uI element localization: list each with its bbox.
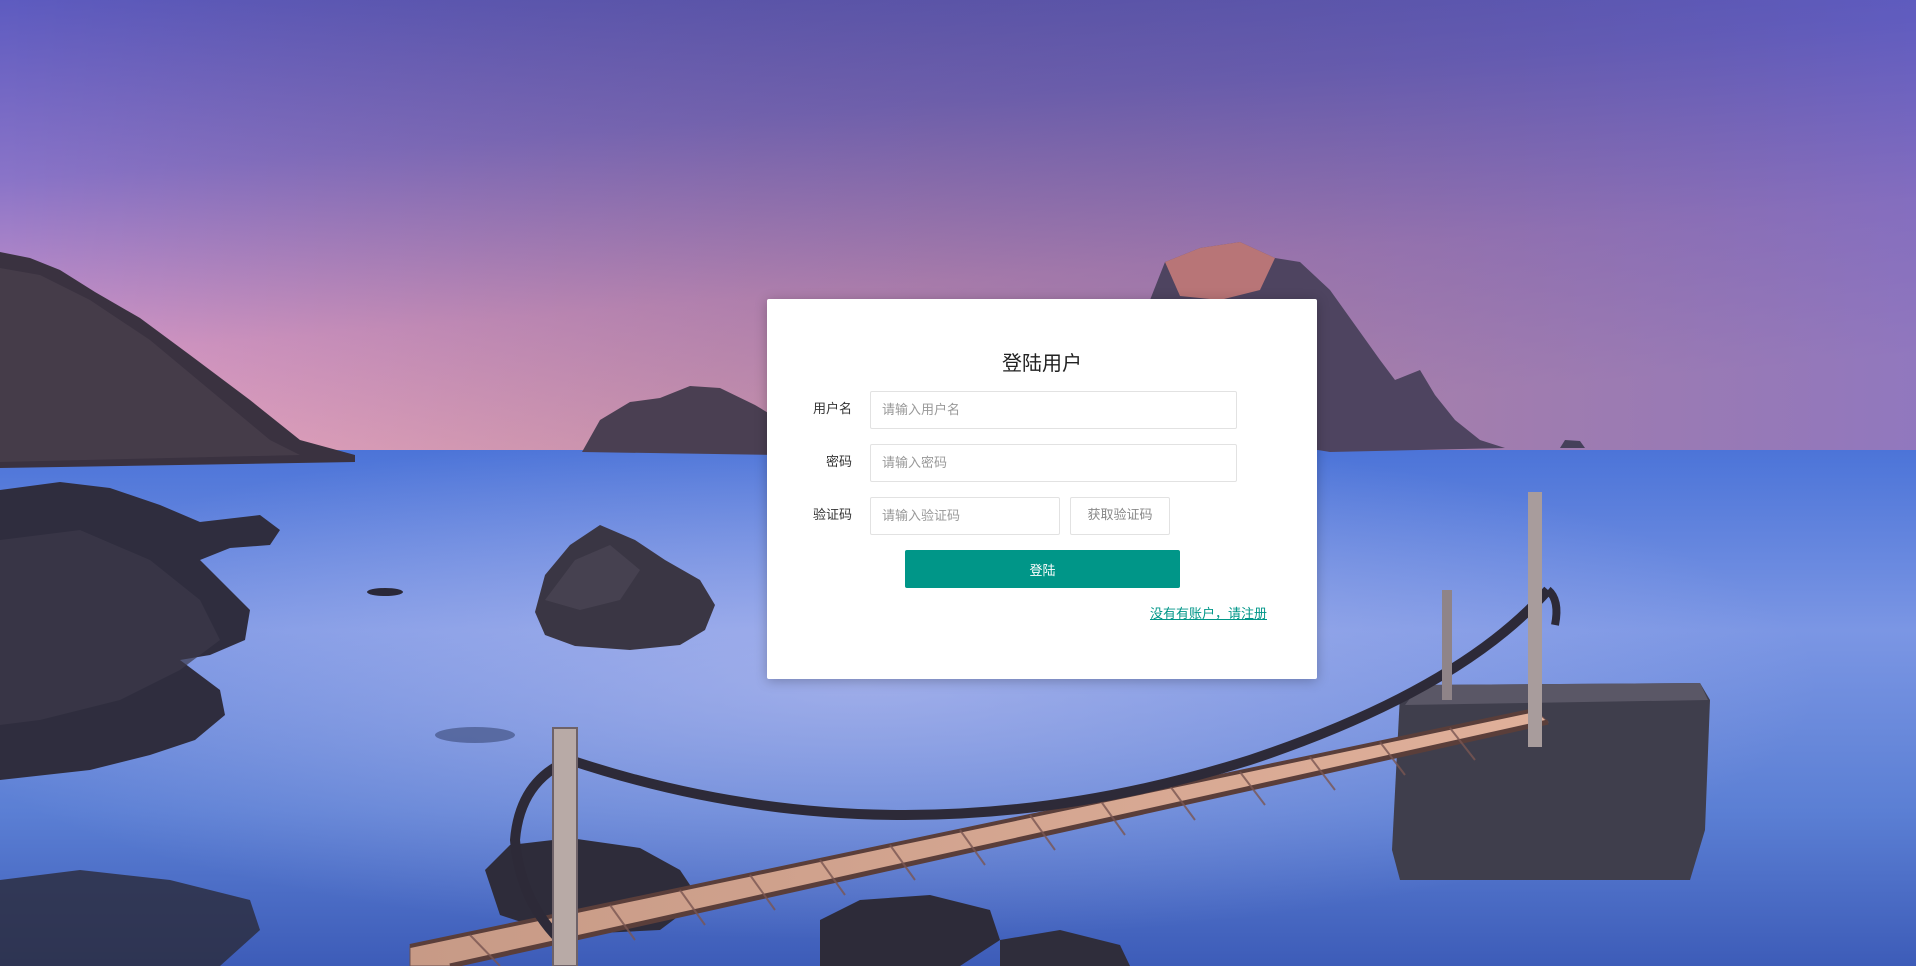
password-input[interactable] [870, 444, 1237, 482]
captcha-label: 验证码 [812, 508, 852, 523]
username-input[interactable] [870, 391, 1237, 429]
login-title: 登陆用户 [1002, 351, 1082, 375]
get-captcha-button[interactable]: 获取验证码 [1070, 497, 1170, 535]
captcha-input[interactable] [870, 497, 1060, 535]
login-page: 登陆用户 用户名 密码 验证码 获取验证码 登陆 没有有账户，请注册 [0, 0, 1916, 966]
login-button[interactable]: 登陆 [905, 550, 1180, 588]
username-label: 用户名 [812, 402, 852, 417]
register-link[interactable]: 没有有账户，请注册 [1150, 603, 1267, 622]
login-card: 登陆用户 用户名 密码 验证码 获取验证码 登陆 没有有账户，请注册 [767, 299, 1317, 679]
password-label: 密码 [825, 455, 852, 470]
